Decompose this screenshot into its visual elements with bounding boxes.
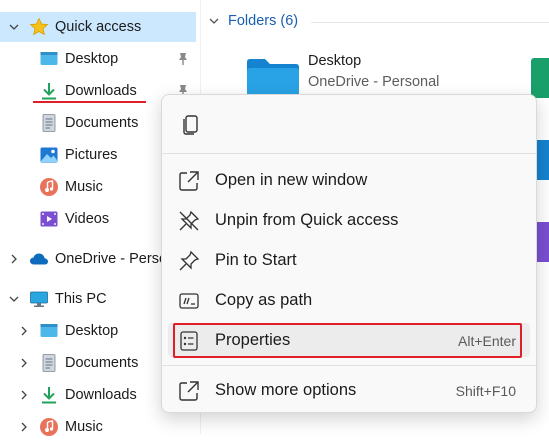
chevron-right-icon[interactable] [8, 253, 20, 265]
nav-label: Downloads [65, 387, 137, 403]
nav-label: Videos [65, 211, 110, 227]
computer-icon [29, 289, 49, 309]
music-icon [39, 417, 59, 437]
menu-separator [162, 365, 536, 366]
copy-icon [183, 115, 198, 135]
folder-tile-subtitle: OneDrive - Personal [308, 74, 440, 90]
unpin-icon [179, 210, 200, 231]
copy-button[interactable] [178, 111, 204, 139]
chevron-right-icon[interactable] [18, 357, 30, 369]
context-menu: Open in new window Unpin from Quick acce… [161, 94, 537, 413]
menu-item-show-more-options[interactable]: Show more options Shift+F10 [168, 373, 530, 407]
nav-label: This PC [55, 291, 107, 307]
pin-icon [179, 53, 187, 65]
nav-label: Music [65, 419, 103, 435]
videos-icon [39, 209, 59, 229]
menu-item-copy-as-path[interactable]: Copy as path [168, 283, 530, 317]
group-divider [311, 22, 549, 23]
show-more-icon [179, 381, 199, 401]
menu-item-label: Unpin from Quick access [215, 211, 399, 229]
open-new-window-icon [179, 171, 199, 191]
pin-icon [179, 250, 200, 271]
folder-icon[interactable] [535, 140, 549, 180]
star-icon [29, 17, 49, 37]
desktop-icon [39, 321, 59, 341]
chevron-down-icon [209, 18, 219, 24]
nav-label: Pictures [65, 147, 118, 163]
nav-qa-desktop[interactable]: Desktop [0, 44, 196, 74]
cloud-icon [29, 249, 49, 269]
nav-label: Downloads [65, 83, 137, 99]
menu-item-label: Pin to Start [215, 251, 297, 269]
document-icon [39, 113, 59, 133]
menu-item-unpin-quick-access[interactable]: Unpin from Quick access [168, 203, 530, 237]
red-box-annotation [173, 323, 522, 358]
nav-label: Desktop [65, 51, 119, 67]
download-icon [39, 385, 59, 405]
menu-item-shortcut: Shift+F10 [455, 383, 516, 399]
group-header-folders[interactable]: Folders (6) [209, 13, 298, 29]
nav-label: Quick access [55, 19, 142, 35]
red-underline-annotation [33, 101, 146, 103]
copy-path-icon [179, 293, 199, 309]
nav-label: Documents [65, 355, 139, 371]
menu-item-pin-to-start[interactable]: Pin to Start [168, 243, 530, 277]
nav-label: Documents [65, 115, 139, 131]
nav-label: OneDrive - Perso [55, 251, 168, 267]
chevron-down-icon[interactable] [8, 21, 20, 33]
pictures-icon [39, 145, 59, 165]
music-icon [39, 177, 59, 197]
menu-item-open-new-window[interactable]: Open in new window [168, 163, 530, 197]
folder-icon[interactable] [535, 222, 549, 262]
menu-item-label: Copy as path [215, 291, 313, 309]
folder-tile-name: Desktop [308, 53, 362, 69]
group-header-label: Folders (6) [228, 13, 299, 29]
menu-item-label: Open in new window [215, 171, 368, 189]
menu-separator [162, 153, 536, 154]
nav-label: Desktop [65, 323, 119, 339]
download-icon [39, 81, 59, 101]
chevron-right-icon[interactable] [18, 389, 30, 401]
nav-label: Music [65, 179, 103, 195]
nav-pc-music[interactable]: Music [0, 412, 196, 442]
document-icon [39, 353, 59, 373]
folder-icon[interactable] [531, 58, 549, 98]
desktop-icon [39, 49, 59, 69]
nav-quick-access[interactable]: Quick access [0, 12, 196, 42]
chevron-right-icon[interactable] [18, 325, 30, 337]
chevron-down-icon[interactable] [8, 293, 20, 305]
chevron-right-icon[interactable] [18, 421, 30, 433]
menu-item-label: Show more options [215, 381, 357, 399]
